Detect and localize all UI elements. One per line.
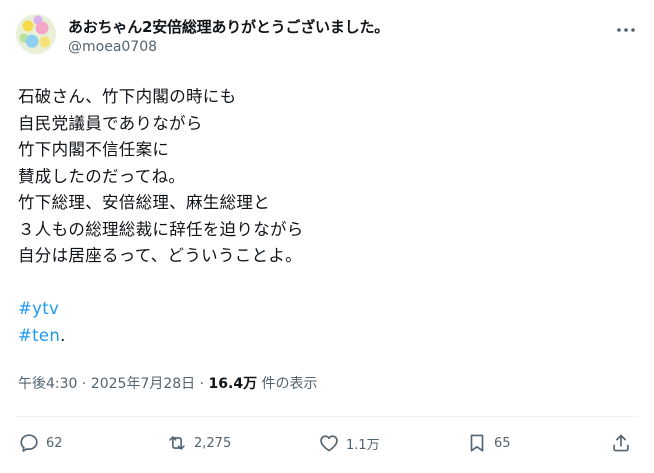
divider <box>16 416 638 417</box>
meta-separator: · <box>199 376 205 392</box>
tweet-line: 石破さん、竹下内閣の時にも <box>18 87 237 106</box>
tweet-date[interactable]: 2025年7月28日 <box>91 376 195 392</box>
hashtag-ytv[interactable]: #ytv <box>18 299 59 318</box>
hashtag-line: #ytv <box>18 296 638 323</box>
reply-count: 62 <box>46 435 63 451</box>
more-options-button[interactable] <box>616 22 636 38</box>
tweet-meta: 午後4:30 · 2025年7月28日 · 16.4万 件の表示 <box>18 374 318 394</box>
reply-button[interactable]: 62 <box>18 430 63 456</box>
author-handle[interactable]: @moea0708 <box>68 37 157 57</box>
tweet-line: 自民党議員でありながら <box>18 113 203 133</box>
tweet-text: 石破さん、竹下内閣の時にも 自民党議員でありながら 竹下内閣不信任案に 賛成した… <box>18 84 638 349</box>
share-button[interactable] <box>610 430 632 456</box>
tweet-line: 自分は居座るって、どういうことよ。 <box>18 246 302 265</box>
author-name[interactable]: あおちゃん2安倍総理ありがとうございました。 <box>68 17 389 37</box>
tweet-line: 竹下総理、安倍総理、麻生総理と <box>18 193 270 212</box>
retweet-count: 2,275 <box>194 435 232 451</box>
bookmark-count: 65 <box>494 435 511 451</box>
like-button[interactable]: 1.1万 <box>318 430 380 456</box>
tweet-line: 竹下内閣不信任案に <box>18 140 170 159</box>
views-count: 16.4万 <box>208 376 258 392</box>
reply-bubble-icon <box>20 434 38 452</box>
hashtag-line: #ten. <box>18 323 638 350</box>
like-count: 1.1万 <box>346 437 380 453</box>
heart-icon <box>320 435 338 452</box>
more-dots-icon <box>617 28 635 32</box>
tweet-card: あおちゃん2安倍総理ありがとうございました。 @moea0708 石破さん、竹下… <box>0 0 654 473</box>
action-bar: 62 2,275 1.1万 65 <box>0 430 654 456</box>
share-upload-icon <box>613 434 629 452</box>
views-label: 件の表示 <box>261 376 318 392</box>
tweet-line: 賛成したのだってね。 <box>18 166 186 186</box>
tweet-line: ３人もの総理総裁に辞任を迫りながら <box>18 219 304 239</box>
avatar[interactable] <box>16 14 56 54</box>
hashtag-ten[interactable]: #ten <box>18 326 60 345</box>
meta-separator: · <box>81 376 87 392</box>
bookmark-icon <box>470 434 484 452</box>
bookmark-button[interactable]: 65 <box>466 430 511 456</box>
tweet-time[interactable]: 午後4:30 <box>18 376 77 392</box>
retweet-icon <box>169 436 185 450</box>
retweet-button[interactable]: 2,275 <box>166 430 231 456</box>
trailing-period: . <box>60 325 66 345</box>
